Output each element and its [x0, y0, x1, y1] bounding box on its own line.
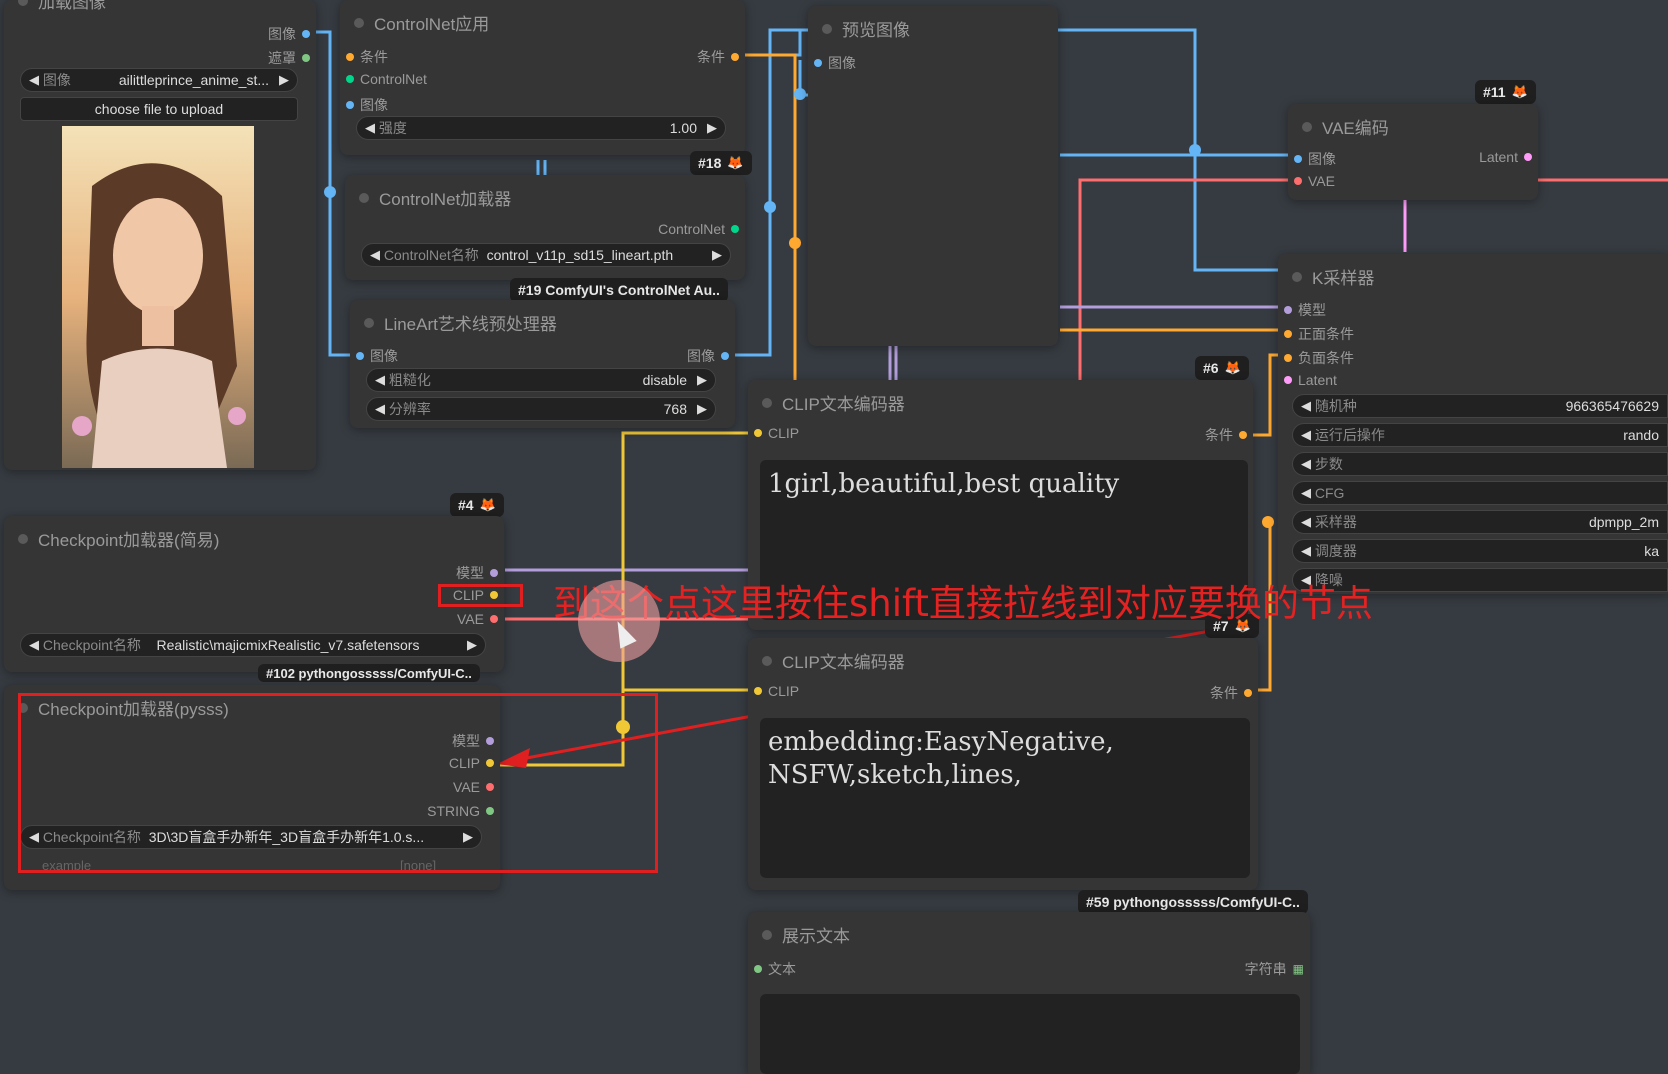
- show-text-out-string[interactable]: ▦ 字符串: [1245, 959, 1304, 979]
- wire-model-3: [888, 345, 898, 385]
- ksampler-in-model[interactable]: 模型: [1284, 300, 1326, 320]
- upload-button[interactable]: choose file to upload: [20, 97, 298, 121]
- vae-encode-in-image[interactable]: 图像: [1294, 149, 1336, 169]
- load-image-title: 加载图像: [18, 0, 106, 13]
- clip-neg-title: CLIP文本编码器: [762, 648, 905, 673]
- show-text-in-text[interactable]: 文本: [754, 959, 796, 979]
- grid-icon: ▦: [1292, 962, 1304, 976]
- load-image-out-mask[interactable]: 遮罩: [268, 48, 310, 68]
- vae-encode-badge: #11 🦊: [1475, 80, 1536, 104]
- checkpoint-simple-node[interactable]: Checkpoint加载器(简易) 模型 CLIP VAE ◀ Checkpoi…: [4, 516, 504, 672]
- clip-pos-badge: #6 🦊: [1195, 356, 1249, 380]
- graph-canvas[interactable]: 加载图像 图像 遮罩 ◀ 图像 ailittleprince_anime_st..…: [0, 0, 1668, 1074]
- controlnet-loader-node[interactable]: ControlNet加载器 ControlNet ◀ ControlNet名称 …: [345, 175, 745, 280]
- cn-loader-badge: #18 🦊: [690, 151, 752, 175]
- clip-neg-out-cond[interactable]: 条件: [1210, 683, 1252, 703]
- ckpt-simple-title: Checkpoint加载器(简易): [18, 526, 219, 551]
- vae-encode-out-latent[interactable]: Latent: [1479, 149, 1532, 165]
- steps-input[interactable]: ◀ 步数: [1292, 452, 1668, 476]
- controlnet-apply-title: ControlNet应用: [354, 10, 489, 35]
- cn-model-select[interactable]: ◀ ControlNet名称 control_v11p_sd15_lineart…: [361, 243, 731, 267]
- fox-icon: 🦊: [1224, 360, 1241, 375]
- show-text-badge: #59 pythongosssss/ComfyUI-C..: [1078, 890, 1308, 914]
- show-text-area[interactable]: [760, 994, 1300, 1074]
- cn-loader-out[interactable]: ControlNet: [658, 221, 739, 237]
- lineart-title: LineArt艺术线预处理器: [364, 310, 557, 335]
- preview-in-image[interactable]: 图像: [814, 53, 856, 73]
- ksampler-in-negative[interactable]: 负面条件: [1284, 348, 1354, 368]
- clip-highlight-box: [438, 584, 523, 607]
- negative-prompt-textarea[interactable]: embedding:EasyNegative, NSFW,sketch,line…: [760, 718, 1250, 878]
- lineart-out-image[interactable]: 图像: [687, 346, 729, 366]
- clip-pos-out-cond[interactable]: 条件: [1205, 425, 1247, 445]
- clip-negative-node[interactable]: CLIP文本编码器 CLIP 条件 embedding:EasyNegative…: [748, 638, 1258, 890]
- scheduler-select[interactable]: ◀ 调度器 ka: [1292, 539, 1668, 563]
- show-text-node[interactable]: 展示文本 文本 ▦ 字符串: [748, 912, 1310, 1074]
- resolution-input[interactable]: ◀ 分辨率 768 ▶: [366, 397, 716, 421]
- preview-image-node[interactable]: 预览图像 图像: [808, 6, 1058, 346]
- ckpt-simple-out-model[interactable]: 模型: [456, 563, 498, 583]
- clip-pos-in-clip[interactable]: CLIP: [754, 425, 799, 441]
- ckpt-simple-footer: #102 pythongosssss/ComfyUI-C..: [258, 664, 480, 682]
- lineart-node[interactable]: LineArt艺术线预处理器 图像 图像 ◀ 粗糙化 disable ▶ ◀ 分辨率…: [350, 300, 735, 428]
- fox-icon: 🦊: [727, 155, 744, 170]
- coarse-select[interactable]: ◀ 粗糙化 disable ▶: [366, 368, 716, 392]
- preview-portrait-image: [62, 126, 254, 468]
- ksampler-in-positive[interactable]: 正面条件: [1284, 324, 1354, 344]
- ckpt-simple-name-select[interactable]: ◀ Checkpoint名称 Realistic\majicmixRealist…: [20, 633, 486, 657]
- vae-encode-title: VAE编码: [1302, 114, 1389, 139]
- load-image-select[interactable]: ◀ 图像 ailittleprince_anime_st... ▶: [20, 68, 298, 92]
- clip-neg-in-clip[interactable]: CLIP: [754, 683, 799, 699]
- ksampler-in-latent[interactable]: Latent: [1284, 372, 1337, 388]
- ckpt-simple-badge: #4 🦊: [450, 493, 504, 517]
- fox-icon: 🦊: [1511, 84, 1528, 99]
- ckpt-simple-out-vae[interactable]: VAE: [457, 611, 498, 627]
- wire-stub: [536, 160, 547, 175]
- cfg-input[interactable]: ◀ CFG: [1292, 481, 1668, 505]
- wire-cond-1: [745, 53, 797, 390]
- load-image-node[interactable]: 加载图像 图像 遮罩 ◀ 图像 ailittleprince_anime_st..…: [4, 0, 316, 470]
- lineart-in-image[interactable]: 图像: [356, 346, 398, 366]
- controlnet-apply-node[interactable]: ControlNet应用 条件 ControlNet 图像 条件 ◀ 强度 1.0…: [340, 0, 745, 155]
- cn-apply-in-cond[interactable]: 条件: [346, 47, 388, 67]
- lineart-badge: #19 ComfyUI's ControlNet Au..: [510, 278, 728, 302]
- after-generate-select[interactable]: ◀ 运行后操作 rando: [1292, 423, 1668, 447]
- load-image-out-image[interactable]: 图像: [268, 24, 310, 44]
- clip-pos-title: CLIP文本编码器: [762, 390, 905, 415]
- vae-encode-in-vae[interactable]: VAE: [1294, 173, 1335, 189]
- ksampler-node[interactable]: K采样器 模型 正面条件 负面条件 Latent ◀ 随机种 9663654766…: [1278, 254, 1668, 594]
- annotation-text: 到这个点这里按住shift直接拉线到对应要换的节点: [553, 582, 1373, 625]
- strength-slider[interactable]: ◀ 强度 1.00 ▶: [356, 116, 726, 140]
- ksampler-title: K采样器: [1292, 264, 1374, 289]
- vae-encode-node[interactable]: VAE编码 图像 VAE Latent: [1288, 104, 1538, 200]
- sampler-select[interactable]: ◀ 采样器 dpmpp_2m: [1292, 510, 1668, 534]
- wire-image-3: [770, 30, 802, 57]
- fox-icon: 🦊: [479, 497, 496, 512]
- show-text-title: 展示文本: [762, 922, 850, 947]
- seed-input[interactable]: ◀ 随机种 966365476629: [1292, 394, 1668, 418]
- cn-apply-out-cond[interactable]: 条件: [697, 47, 739, 67]
- cn-loader-title: ControlNet加载器: [359, 185, 511, 210]
- pysss-highlight-box: [18, 693, 658, 873]
- cn-apply-in-image[interactable]: 图像: [346, 95, 388, 115]
- preview-title: 预览图像: [822, 16, 910, 41]
- cn-apply-in-controlnet[interactable]: ControlNet: [346, 71, 427, 87]
